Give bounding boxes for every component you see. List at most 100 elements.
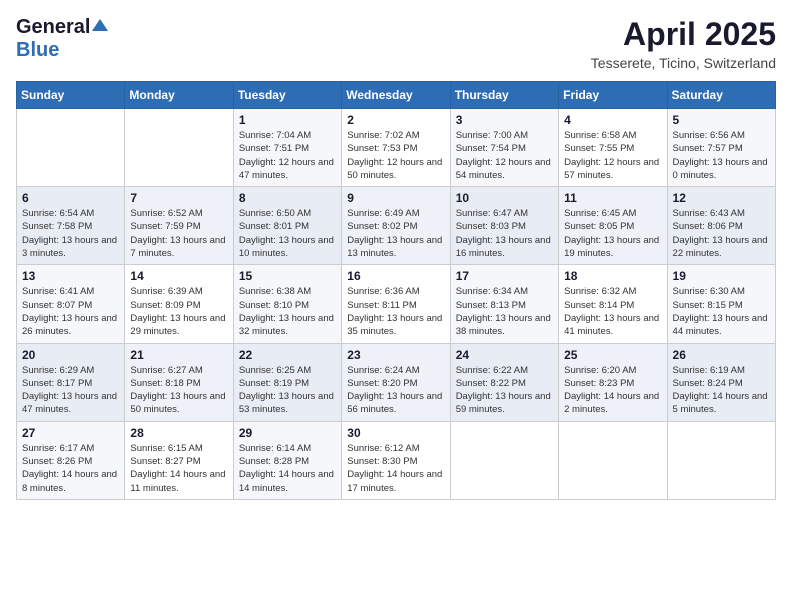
day-info: Sunrise: 7:02 AM Sunset: 7:53 PM Dayligh… — [347, 129, 444, 182]
day-cell: 9Sunrise: 6:49 AM Sunset: 8:02 PM Daylig… — [342, 187, 450, 265]
day-cell — [559, 421, 667, 499]
day-number: 20 — [22, 348, 119, 362]
header-wednesday: Wednesday — [342, 82, 450, 109]
header-tuesday: Tuesday — [233, 82, 341, 109]
day-cell: 16 Sunrise: 6:36 AM Sunset: 8:11 PM Dayli… — [342, 265, 450, 343]
day-info: Sunrise: 6:38 AM Sunset: 8:10 PM Dayligh… — [239, 285, 336, 338]
week-row-5: 27Sunrise: 6:17 AM Sunset: 8:26 PM Dayli… — [17, 421, 776, 499]
day-cell: 3 Sunrise: 7:00 AM Sunset: 7:54 PM Daylig… — [450, 109, 558, 187]
logo-icon — [92, 17, 108, 33]
day-info: Sunrise: 6:24 AM Sunset: 8:20 PM Dayligh… — [347, 364, 444, 417]
day-number: 13 — [22, 269, 119, 283]
day-cell: 1Sunrise: 7:04 AM Sunset: 7:51 PM Daylig… — [233, 109, 341, 187]
day-number: 24 — [456, 348, 553, 362]
day-cell: 26 Sunrise: 6:19 AM Sunset: 8:24 PM Dayli… — [667, 343, 775, 421]
calendar-subtitle: Tesserete, Ticino, Switzerland — [591, 55, 776, 71]
day-cell: 30 Sunrise: 6:12 AM Sunset: 8:30 PM Dayli… — [342, 421, 450, 499]
header-sunday: Sunday — [17, 82, 125, 109]
day-cell: 12Sunrise: 6:43 AM Sunset: 8:06 PM Dayli… — [667, 187, 775, 265]
day-info: Sunrise: 6:52 AM Sunset: 7:59 PM Dayligh… — [130, 207, 227, 260]
week-row-2: 6Sunrise: 6:54 AM Sunset: 7:58 PM Daylig… — [17, 187, 776, 265]
page-header: General Blue April 2025 Tesserete, Ticin… — [16, 16, 776, 71]
day-cell: 11 Sunrise: 6:45 AM Sunset: 8:05 PM Dayli… — [559, 187, 667, 265]
day-number: 6 — [22, 191, 119, 205]
day-number: 29 — [239, 426, 336, 440]
day-info: Sunrise: 6:14 AM Sunset: 8:28 PM Dayligh… — [239, 442, 336, 495]
day-cell: 10 Sunrise: 6:47 AM Sunset: 8:03 PM Dayli… — [450, 187, 558, 265]
day-info: Sunrise: 7:04 AM Sunset: 7:51 PM Dayligh… — [239, 129, 336, 182]
day-number: 14 — [130, 269, 227, 283]
day-info: Sunrise: 6:58 AM Sunset: 7:55 PM Dayligh… — [564, 129, 661, 182]
day-cell — [450, 421, 558, 499]
day-number: 12 — [673, 191, 770, 205]
day-cell: 13 Sunrise: 6:41 AM Sunset: 8:07 PM Dayli… — [17, 265, 125, 343]
logo-general: General — [16, 16, 90, 39]
header-row: SundayMondayTuesdayWednesdayThursdayFrid… — [17, 82, 776, 109]
day-info: Sunrise: 6:20 AM Sunset: 8:23 PM Dayligh… — [564, 364, 661, 417]
day-cell: 22 Sunrise: 6:25 AM Sunset: 8:19 PM Dayli… — [233, 343, 341, 421]
day-cell: 6Sunrise: 6:54 AM Sunset: 7:58 PM Daylig… — [17, 187, 125, 265]
calendar-title: April 2025 — [591, 16, 776, 53]
day-number: 5 — [673, 113, 770, 127]
day-info: Sunrise: 6:49 AM Sunset: 8:02 PM Dayligh… — [347, 207, 444, 260]
day-cell — [667, 421, 775, 499]
day-info: Sunrise: 6:56 AM Sunset: 7:57 PM Dayligh… — [673, 129, 770, 182]
day-cell: 2 Sunrise: 7:02 AM Sunset: 7:53 PM Daylig… — [342, 109, 450, 187]
week-row-4: 20 Sunrise: 6:29 AM Sunset: 8:17 PM Dayli… — [17, 343, 776, 421]
day-number: 26 — [673, 348, 770, 362]
day-info: Sunrise: 6:25 AM Sunset: 8:19 PM Dayligh… — [239, 364, 336, 417]
header-monday: Monday — [125, 82, 233, 109]
title-block: April 2025 Tesserete, Ticino, Switzerlan… — [591, 16, 776, 71]
day-number: 2 — [347, 113, 444, 127]
day-info: Sunrise: 6:32 AM Sunset: 8:14 PM Dayligh… — [564, 285, 661, 338]
day-cell: 19Sunrise: 6:30 AM Sunset: 8:15 PM Dayli… — [667, 265, 775, 343]
logo-blue: Blue — [16, 39, 59, 61]
day-number: 18 — [564, 269, 661, 283]
day-info: Sunrise: 6:50 AM Sunset: 8:01 PM Dayligh… — [239, 207, 336, 260]
day-cell: 18 Sunrise: 6:32 AM Sunset: 8:14 PM Dayli… — [559, 265, 667, 343]
day-cell: 23 Sunrise: 6:24 AM Sunset: 8:20 PM Dayli… — [342, 343, 450, 421]
day-info: Sunrise: 6:12 AM Sunset: 8:30 PM Dayligh… — [347, 442, 444, 495]
day-cell: 28 Sunrise: 6:15 AM Sunset: 8:27 PM Dayli… — [125, 421, 233, 499]
day-number: 27 — [22, 426, 119, 440]
day-number: 23 — [347, 348, 444, 362]
day-cell: 24 Sunrise: 6:22 AM Sunset: 8:22 PM Dayli… — [450, 343, 558, 421]
day-info: Sunrise: 6:22 AM Sunset: 8:22 PM Dayligh… — [456, 364, 553, 417]
day-cell — [17, 109, 125, 187]
day-cell: 27Sunrise: 6:17 AM Sunset: 8:26 PM Dayli… — [17, 421, 125, 499]
day-number: 28 — [130, 426, 227, 440]
day-number: 25 — [564, 348, 661, 362]
day-number: 17 — [456, 269, 553, 283]
logo: General Blue — [16, 16, 108, 62]
day-info: Sunrise: 6:45 AM Sunset: 8:05 PM Dayligh… — [564, 207, 661, 260]
day-number: 22 — [239, 348, 336, 362]
day-number: 8 — [239, 191, 336, 205]
day-info: Sunrise: 6:15 AM Sunset: 8:27 PM Dayligh… — [130, 442, 227, 495]
day-cell: 5 Sunrise: 6:56 AM Sunset: 7:57 PM Daylig… — [667, 109, 775, 187]
day-number: 3 — [456, 113, 553, 127]
day-cell — [125, 109, 233, 187]
day-info: Sunrise: 6:47 AM Sunset: 8:03 PM Dayligh… — [456, 207, 553, 260]
day-cell: 7 Sunrise: 6:52 AM Sunset: 7:59 PM Daylig… — [125, 187, 233, 265]
day-cell: 17 Sunrise: 6:34 AM Sunset: 8:13 PM Dayli… — [450, 265, 558, 343]
day-number: 10 — [456, 191, 553, 205]
day-cell: 20 Sunrise: 6:29 AM Sunset: 8:17 PM Dayli… — [17, 343, 125, 421]
day-number: 11 — [564, 191, 661, 205]
day-info: Sunrise: 7:00 AM Sunset: 7:54 PM Dayligh… — [456, 129, 553, 182]
day-number: 16 — [347, 269, 444, 283]
day-info: Sunrise: 6:30 AM Sunset: 8:15 PM Dayligh… — [673, 285, 770, 338]
day-number: 4 — [564, 113, 661, 127]
header-thursday: Thursday — [450, 82, 558, 109]
day-cell: 8 Sunrise: 6:50 AM Sunset: 8:01 PM Daylig… — [233, 187, 341, 265]
day-info: Sunrise: 6:41 AM Sunset: 8:07 PM Dayligh… — [22, 285, 119, 338]
day-number: 30 — [347, 426, 444, 440]
day-info: Sunrise: 6:34 AM Sunset: 8:13 PM Dayligh… — [456, 285, 553, 338]
day-number: 7 — [130, 191, 227, 205]
day-info: Sunrise: 6:29 AM Sunset: 8:17 PM Dayligh… — [22, 364, 119, 417]
day-cell: 4 Sunrise: 6:58 AM Sunset: 7:55 PM Daylig… — [559, 109, 667, 187]
day-info: Sunrise: 6:36 AM Sunset: 8:11 PM Dayligh… — [347, 285, 444, 338]
week-row-3: 13 Sunrise: 6:41 AM Sunset: 8:07 PM Dayli… — [17, 265, 776, 343]
day-info: Sunrise: 6:19 AM Sunset: 8:24 PM Dayligh… — [673, 364, 770, 417]
day-cell: 14 Sunrise: 6:39 AM Sunset: 8:09 PM Dayli… — [125, 265, 233, 343]
day-info: Sunrise: 6:39 AM Sunset: 8:09 PM Dayligh… — [130, 285, 227, 338]
